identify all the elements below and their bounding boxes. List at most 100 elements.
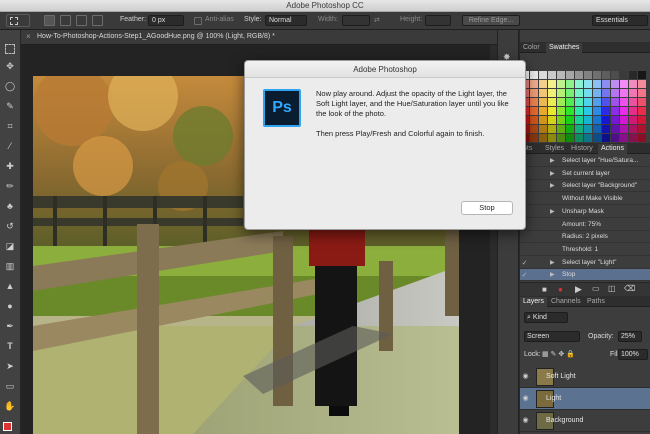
color-swatch[interactable] — [611, 80, 619, 88]
delete-icon[interactable]: ⌫ — [624, 284, 635, 293]
color-swatch[interactable] — [575, 134, 583, 142]
color-swatch[interactable] — [620, 89, 628, 97]
color-swatch[interactable] — [530, 134, 538, 142]
action-step-row[interactable]: Amount: 75% — [520, 219, 650, 231]
clone-stamp-tool-icon[interactable]: ♣ — [2, 200, 18, 213]
color-swatch[interactable] — [557, 116, 565, 124]
color-swatch[interactable] — [539, 89, 547, 97]
color-swatch[interactable] — [566, 116, 574, 124]
color-swatch[interactable] — [611, 107, 619, 115]
color-swatch[interactable] — [602, 134, 610, 142]
color-swatch[interactable] — [638, 89, 646, 97]
expand-triangle-icon[interactable]: ▶ — [550, 259, 555, 266]
color-swatch[interactable] — [548, 134, 556, 142]
color-swatch[interactable] — [539, 98, 547, 106]
swap-icon[interactable]: ⇄ — [374, 16, 380, 24]
feather-input[interactable]: 0 px — [148, 15, 184, 26]
action-step-row[interactable]: Threshold: 1 — [520, 244, 650, 256]
color-swatch[interactable] — [629, 80, 637, 88]
color-swatch[interactable] — [620, 116, 628, 124]
color-swatch[interactable] — [638, 125, 646, 133]
close-document-icon[interactable]: × — [26, 32, 31, 41]
checkmark-icon[interactable]: ✓ — [520, 271, 529, 279]
visibility-eye-icon[interactable]: ◉ — [521, 372, 530, 381]
pen-tool-icon[interactable]: ✒ — [2, 320, 18, 333]
color-swatch[interactable] — [557, 125, 565, 133]
blend-mode-select[interactable]: Screen — [524, 331, 580, 342]
color-swatch[interactable] — [629, 71, 637, 79]
color-swatch[interactable] — [575, 125, 583, 133]
color-swatch[interactable] — [566, 71, 574, 79]
color-swatch[interactable] — [539, 71, 547, 79]
color-swatch[interactable] — [548, 89, 556, 97]
tab-color[interactable]: Color — [520, 43, 543, 53]
checkmark-icon[interactable]: ✓ — [520, 259, 529, 267]
color-swatch[interactable] — [575, 116, 583, 124]
color-swatch[interactable] — [584, 134, 592, 142]
color-swatch[interactable] — [530, 71, 538, 79]
color-swatch[interactable] — [593, 71, 601, 79]
color-swatch[interactable] — [530, 80, 538, 88]
swatches-grid[interactable] — [520, 71, 650, 153]
history-brush-tool-icon[interactable]: ↺ — [2, 220, 18, 233]
move-tool-icon[interactable]: ✥ — [2, 60, 18, 73]
color-swatch[interactable] — [584, 116, 592, 124]
tab-layers[interactable]: Layers — [520, 297, 548, 307]
visibility-eye-icon[interactable]: ◉ — [521, 394, 530, 403]
action-step-row[interactable]: ✓▶Select layer "Hue/Satura... — [520, 155, 650, 167]
color-swatch[interactable] — [629, 89, 637, 97]
color-swatch[interactable] — [548, 116, 556, 124]
color-swatch[interactable] — [620, 134, 628, 142]
expand-triangle-icon[interactable]: ▶ — [550, 182, 555, 189]
color-swatch[interactable] — [611, 134, 619, 142]
color-swatch[interactable] — [575, 98, 583, 106]
stop-playing-icon[interactable]: ■ — [542, 285, 547, 294]
color-swatch[interactable] — [566, 80, 574, 88]
tool-preset-picker[interactable] — [6, 14, 30, 27]
color-swatch[interactable] — [593, 89, 601, 97]
workspace-select[interactable]: Essentials — [592, 15, 648, 26]
color-swatch[interactable] — [566, 107, 574, 115]
new-set-icon[interactable]: ▭ — [592, 284, 600, 293]
action-step-row[interactable]: ✓ ▶ Select layer "Light" — [520, 257, 650, 269]
path-select-tool-icon[interactable]: ➤ — [2, 360, 18, 373]
expand-triangle-icon[interactable]: ▶ — [550, 271, 555, 278]
color-swatch[interactable] — [638, 80, 646, 88]
width-input[interactable] — [342, 15, 370, 26]
style-select[interactable]: Normal — [265, 15, 307, 26]
color-swatch[interactable] — [593, 134, 601, 142]
color-swatch[interactable] — [548, 107, 556, 115]
stop-button[interactable]: Stop — [461, 201, 513, 215]
color-swatch[interactable] — [530, 98, 538, 106]
color-swatch[interactable] — [602, 125, 610, 133]
tab-styles[interactable]: Styles — [542, 144, 567, 154]
eraser-tool-icon[interactable]: ◪ — [2, 240, 18, 253]
color-swatch[interactable] — [539, 107, 547, 115]
color-swatch[interactable] — [620, 80, 628, 88]
color-swatch[interactable] — [584, 89, 592, 97]
color-swatch[interactable] — [629, 116, 637, 124]
color-swatch[interactable] — [584, 71, 592, 79]
color-swatch[interactable] — [593, 107, 601, 115]
color-swatch[interactable] — [611, 125, 619, 133]
new-selection-icon[interactable] — [44, 15, 55, 26]
tab-swatches[interactable]: Swatches — [546, 43, 583, 53]
color-swatch[interactable] — [575, 80, 583, 88]
color-swatch[interactable] — [548, 98, 556, 106]
color-swatch[interactable] — [629, 125, 637, 133]
color-swatch[interactable] — [557, 134, 565, 142]
gradient-tool-icon[interactable]: ▥ — [2, 260, 18, 273]
color-swatch[interactable] — [557, 71, 565, 79]
action-step-row[interactable]: ✓▶Select layer "Background" — [520, 180, 650, 193]
color-swatch[interactable] — [602, 80, 610, 88]
color-swatch[interactable] — [584, 107, 592, 115]
color-swatch[interactable] — [557, 89, 565, 97]
intersect-selection-icon[interactable] — [92, 15, 103, 26]
lock-pixels-icon[interactable]: ▦ ✎ ✥ 🔒 — [542, 350, 575, 358]
action-step-row[interactable]: ✓ ▶ Stop — [520, 269, 650, 282]
marquee-tool-icon[interactable] — [5, 44, 15, 54]
color-swatch[interactable] — [593, 80, 601, 88]
color-swatch[interactable] — [620, 107, 628, 115]
action-step-row[interactable]: ✓▶Unsharp Mask — [520, 206, 650, 218]
color-swatch[interactable] — [611, 116, 619, 124]
